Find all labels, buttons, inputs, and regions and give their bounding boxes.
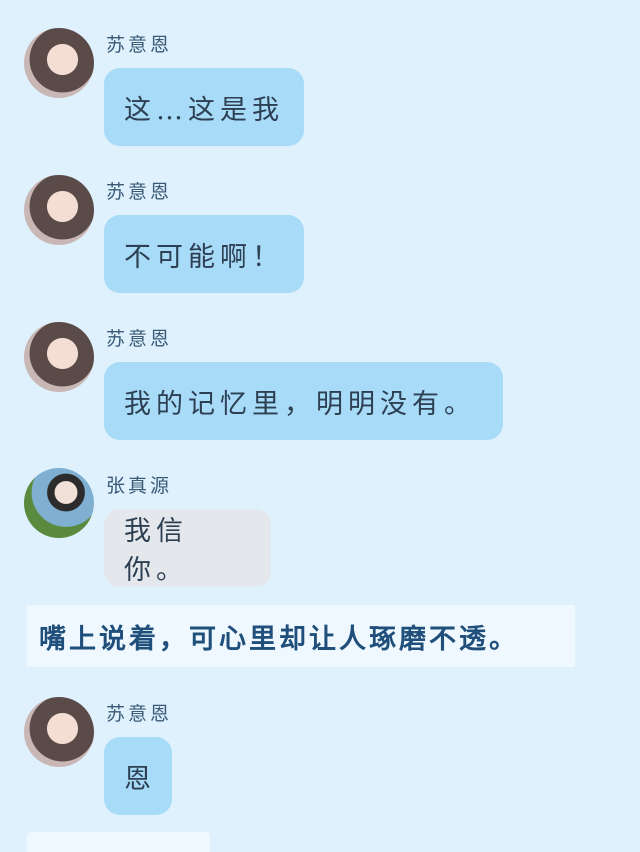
sender-avatar[interactable] — [24, 697, 94, 767]
message-bubble[interactable]: 不可能啊！ — [104, 215, 304, 293]
message-bubble[interactable]: 我的记忆里，明明没有。 — [104, 362, 503, 440]
sender-name: 苏意恩 — [106, 328, 173, 350]
message-bubble[interactable]: 这…这是我 — [104, 68, 304, 146]
sender-avatar[interactable] — [24, 322, 94, 392]
sender-name: 苏意恩 — [106, 34, 173, 56]
message-bubble[interactable]: 我信你。 — [104, 509, 271, 587]
sender-name: 苏意恩 — [106, 181, 173, 203]
sender-name: 张真源 — [106, 475, 173, 497]
sender-avatar[interactable] — [24, 28, 94, 98]
sender-avatar[interactable] — [24, 175, 94, 245]
message-bubble[interactable]: 恩 — [104, 737, 172, 815]
sender-name: 苏意恩 — [106, 703, 173, 725]
narration-text: 嘴上说着，可心里却让人琢磨不透。 — [27, 605, 575, 667]
sender-avatar[interactable] — [24, 468, 94, 538]
next-narration-box — [27, 832, 210, 852]
